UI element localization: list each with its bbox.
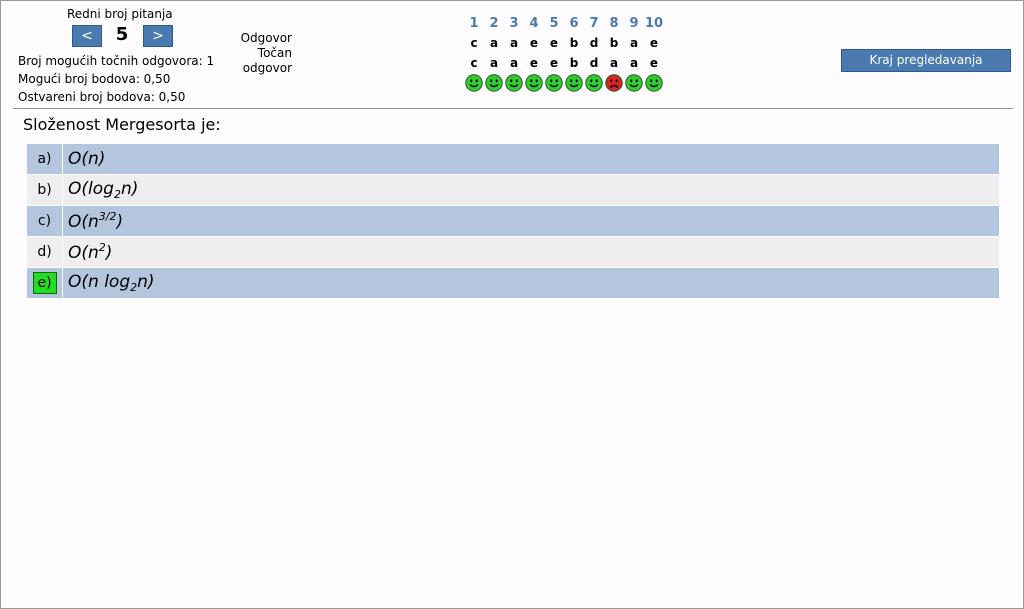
answer-option-a: a) O(n) — [27, 144, 999, 174]
question-text: Složenost Mergesorta je: — [23, 115, 221, 134]
answers-legend: Odgovor Točan odgovor — [241, 31, 292, 76]
correct-answer-10: e — [649, 56, 659, 70]
formula-superscript: 3/2 — [98, 210, 117, 223]
legend-correct-2: odgovor — [242, 61, 292, 75]
question-number-label: Redni broj pitanja — [67, 7, 173, 21]
answer-option-d: d) O(n2) — [27, 237, 999, 267]
option-formula: O(log2n) — [63, 179, 138, 201]
given-answer-5: e — [549, 36, 559, 50]
option-formula: O(n) — [63, 149, 105, 169]
happy-face-icon — [485, 74, 503, 92]
previous-question-button[interactable]: < — [72, 25, 102, 47]
formula-part: n) — [120, 179, 139, 199]
next-question-button[interactable]: > — [143, 25, 173, 47]
formula-part: O(n log — [68, 272, 131, 292]
correct-answer-5: e — [549, 56, 559, 70]
question-link-5[interactable]: 5 — [544, 16, 564, 31]
happy-face-icon — [465, 74, 483, 92]
correct-answer-8: a — [609, 56, 619, 70]
question-link-4[interactable]: 4 — [524, 16, 544, 31]
correct-answer-marker: e) — [32, 272, 57, 294]
correct-answer-4: e — [529, 56, 539, 70]
option-letter: b) — [27, 175, 63, 205]
question-link-6[interactable]: 6 — [564, 16, 584, 31]
question-link-10[interactable]: 10 — [644, 16, 664, 31]
given-answer-10: e — [649, 36, 659, 50]
correct-answer-7: d — [589, 56, 599, 70]
review-page: Redni broj pitanja < 5 > Broj mogućih to… — [0, 0, 1024, 609]
happy-face-icon — [585, 74, 603, 92]
question-link-3[interactable]: 3 — [504, 16, 524, 31]
answer-option-e: e) O(n log2n) — [27, 268, 999, 298]
formula-part: ) — [116, 212, 124, 232]
possible-points: Mogući broj bodova: 0,50 — [18, 72, 171, 86]
option-letter: c) — [27, 206, 63, 236]
correct-answer-3: a — [509, 56, 519, 70]
formula-part: O(n — [68, 243, 99, 263]
header-divider — [13, 108, 1013, 109]
option-letter: d) — [27, 237, 63, 267]
question-link-9[interactable]: 9 — [624, 16, 644, 31]
formula-part: n) — [137, 272, 155, 292]
given-answer-8: b — [609, 36, 619, 50]
answer-option-b: b) O(log2n) — [27, 175, 999, 205]
legend-correct-1: Točan — [257, 46, 292, 60]
given-answer-4: e — [529, 36, 539, 50]
happy-face-icon — [545, 74, 563, 92]
correct-answer-1: c — [470, 56, 478, 70]
option-formula: O(n2) — [63, 241, 112, 263]
question-link-2[interactable]: 2 — [484, 16, 504, 31]
answer-option-c: c) O(n3/2) — [27, 206, 999, 236]
question-link-7[interactable]: 7 — [584, 16, 604, 31]
earned-points: Ostvareni broj bodova: 0,50 — [18, 90, 186, 104]
question-link-8[interactable]: 8 — [604, 16, 624, 31]
formula-part: ) — [105, 243, 113, 263]
legend-answer: Odgovor — [240, 31, 292, 45]
happy-face-icon — [525, 74, 543, 92]
given-answers-row: caaeebdbae — [464, 33, 664, 53]
correct-answers-row: caaeebdaae — [464, 53, 664, 73]
result-icons-row — [464, 73, 664, 93]
happy-face-icon — [505, 74, 523, 92]
formula-part: O(n — [68, 212, 99, 232]
correct-answer-2: a — [489, 56, 499, 70]
question-number: 5 — [115, 24, 129, 45]
formula-part: O(log — [68, 179, 114, 199]
formula-part: O(n) — [68, 149, 106, 169]
given-answer-7: d — [589, 36, 599, 50]
given-answer-6: b — [569, 36, 579, 50]
happy-face-icon — [645, 74, 663, 92]
correct-answer-9: a — [629, 56, 639, 70]
option-formula: O(n3/2) — [63, 210, 123, 232]
sad-face-icon — [605, 74, 623, 92]
possible-correct-count: Broj mogućih točnih odgovora: 1 — [18, 54, 215, 68]
finish-review-button[interactable]: Kraj pregledavanja — [841, 49, 1011, 72]
happy-face-icon — [565, 74, 583, 92]
answers-overview-grid: 1 2 3 4 5 6 7 8 9 10 caaeebdbae caaeebdaae — [464, 13, 664, 93]
given-answer-1: c — [470, 36, 478, 50]
formula-superscript: 2 — [98, 241, 106, 254]
correct-answer-6: b — [569, 56, 579, 70]
option-letter: a) — [27, 144, 63, 174]
question-numbers-row: 1 2 3 4 5 6 7 8 9 10 — [464, 13, 664, 33]
given-answer-9: a — [629, 36, 639, 50]
question-link-1[interactable]: 1 — [464, 16, 484, 31]
option-formula: O(n log2n) — [63, 272, 155, 294]
option-letter: e) — [27, 268, 63, 298]
given-answer-2: a — [489, 36, 499, 50]
formula-subscript: 2 — [113, 188, 121, 201]
given-answer-3: a — [509, 36, 519, 50]
answer-options-list: a) O(n) b) O(log2n) c) O(n3/2) d) O(n2) e) O(n lo… — [27, 144, 999, 299]
happy-face-icon — [625, 74, 643, 92]
